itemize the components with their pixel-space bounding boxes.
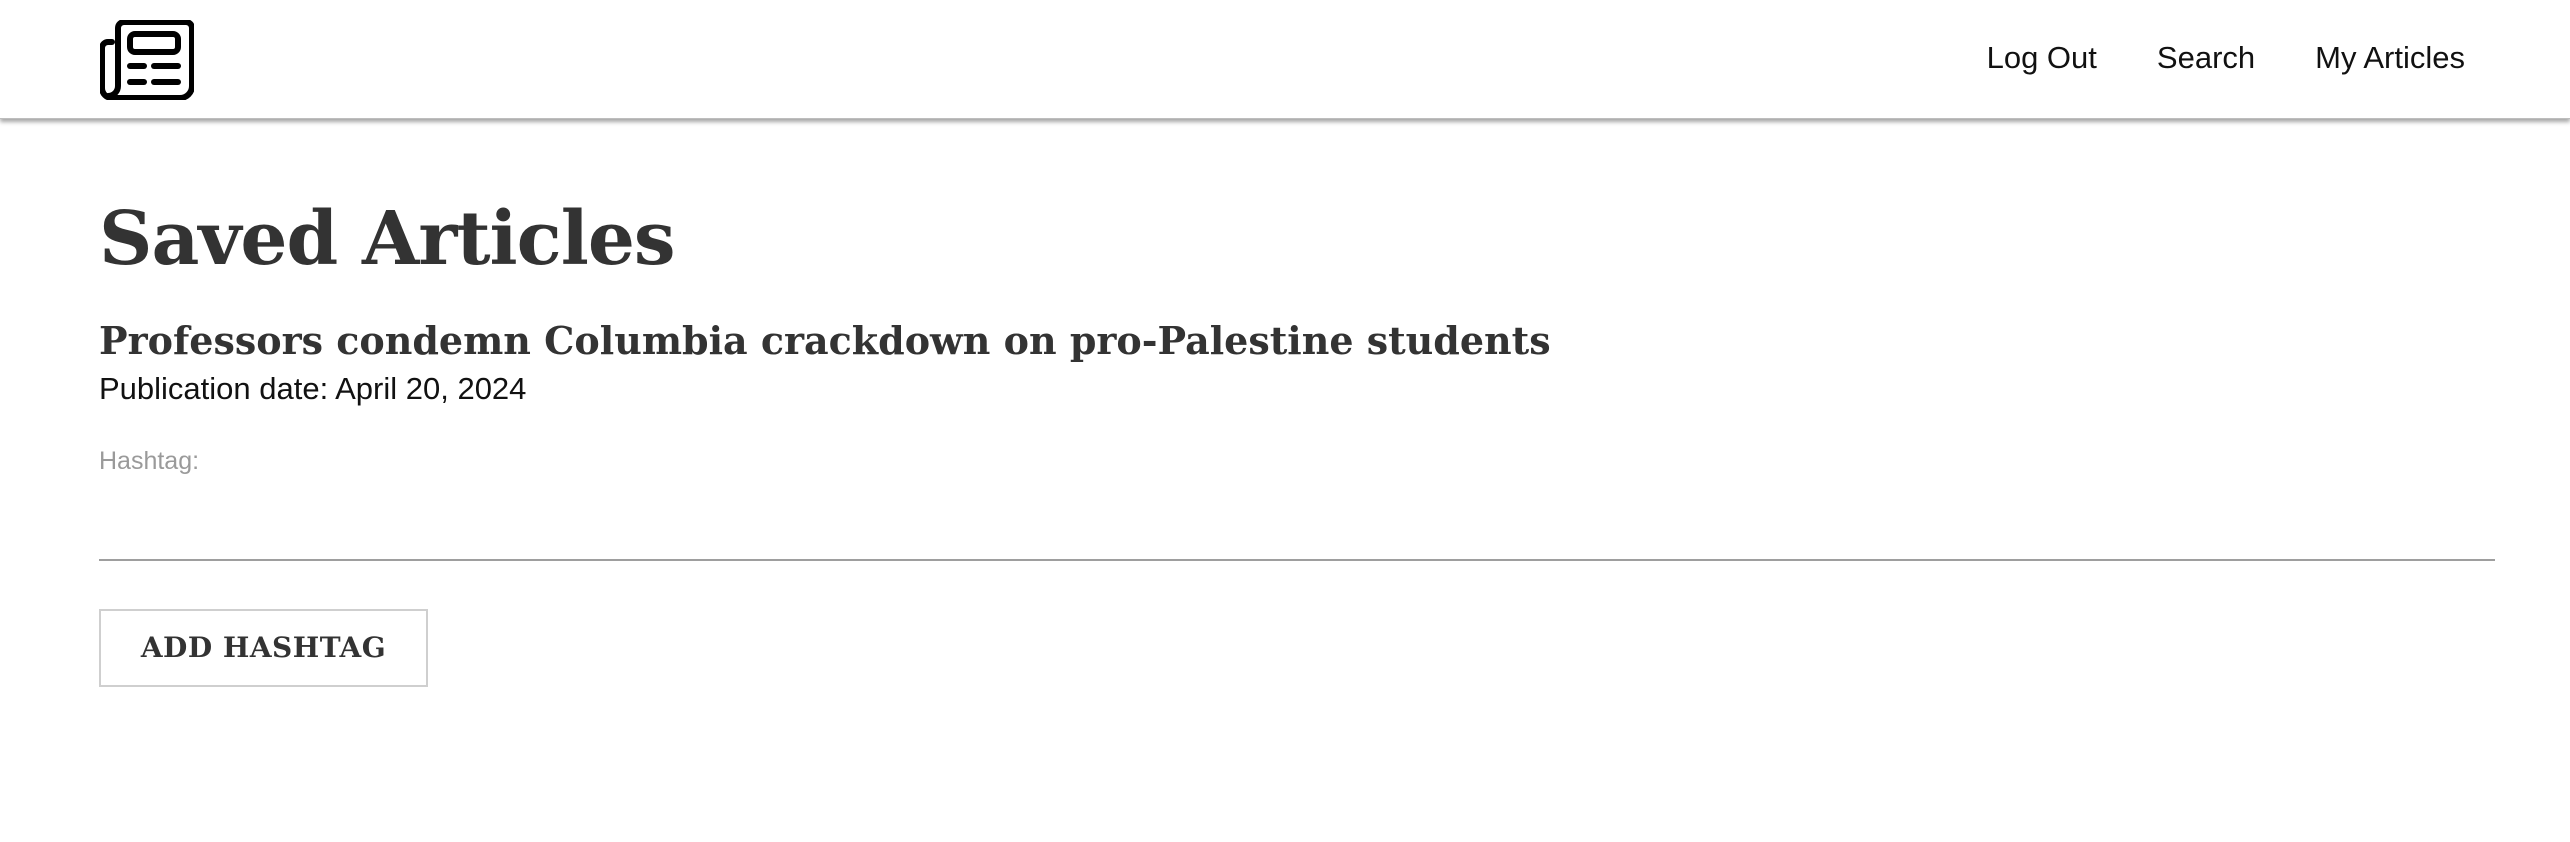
page-title: Saved Articles [99,196,676,282]
main-content: Saved Articles Professors condemn Columb… [99,118,2495,687]
hashtag-label: Hashtag: [99,446,200,475]
publication-date: Publication date: April 20, 2024 [99,370,527,406]
newspaper-icon[interactable] [99,19,195,101]
hashtag-field: Hashtag: [99,447,2495,561]
top-navbar: Log Out Search My Articles [0,0,2570,119]
saved-article: Professors condemn Columbia crackdown on… [99,320,2495,687]
hashtag-input[interactable] [99,486,2495,551]
add-hashtag-button[interactable]: ADD HASHTAG [99,608,428,687]
my-articles-link[interactable]: My Articles [2315,34,2465,82]
main-nav: Log Out Search My Articles [1927,34,2465,82]
logout-link[interactable]: Log Out [1987,34,2097,82]
search-link[interactable]: Search [2157,34,2255,82]
article-title: Professors condemn Columbia crackdown on… [99,318,1551,363]
